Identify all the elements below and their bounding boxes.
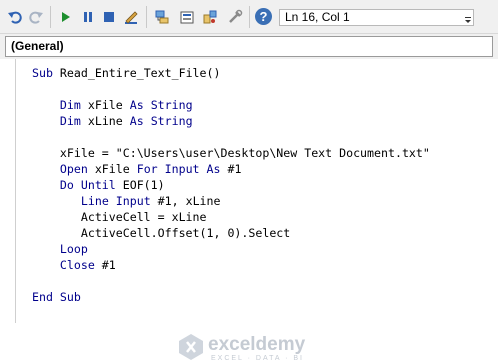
code-line[interactable]: ActiveCell = xLine xyxy=(32,209,430,225)
code-keyword: Close xyxy=(59,258,95,272)
code-line[interactable]: Do Until EOF(1) xyxy=(32,177,430,193)
project-explorer-icon[interactable] xyxy=(154,9,170,25)
break-icon[interactable] xyxy=(80,9,96,25)
code-line[interactable] xyxy=(32,273,430,289)
code-keyword: End Sub xyxy=(32,290,81,304)
code-token: xFile = "C:\Users\user\Desktop\New Text … xyxy=(32,146,430,160)
code-token: EOF(1) xyxy=(115,178,165,192)
code-line[interactable] xyxy=(32,129,430,145)
code-line[interactable]: ActiveCell.Offset(1, 0).Select xyxy=(32,225,430,241)
code-line[interactable]: Open xFile For Input As #1 xyxy=(32,161,430,177)
design-mode-icon[interactable] xyxy=(123,9,139,25)
code-line[interactable]: Sub Read_Entire_Text_File() xyxy=(32,65,430,81)
margin-indicator-bar xyxy=(15,59,16,323)
cursor-position-field: Ln 16, Col 1 xyxy=(279,9,474,26)
undo-icon[interactable] xyxy=(7,9,23,25)
reset-icon[interactable] xyxy=(101,9,117,25)
code-editor[interactable]: Sub Read_Entire_Text_File() Dim xFile As… xyxy=(0,59,498,362)
toolbar-separator xyxy=(50,6,51,28)
code-keyword: As String xyxy=(129,98,193,112)
redo-icon[interactable] xyxy=(28,9,44,25)
code-keyword: Line Input xyxy=(80,194,151,208)
object-combo-row: (General) xyxy=(0,34,498,59)
code-line[interactable]: Dim xLine As String xyxy=(32,113,430,129)
toolbox-icon[interactable] xyxy=(227,9,243,25)
code-token: Read_Entire_Text_File() xyxy=(52,66,221,80)
toolbar-options-dropdown[interactable] xyxy=(464,11,472,27)
help-icon[interactable]: ? xyxy=(255,8,272,25)
code-keyword: Dim xyxy=(59,98,81,112)
code-line[interactable]: Loop xyxy=(32,241,430,257)
code-line[interactable]: End Sub xyxy=(32,289,430,305)
watermark-logo-icon xyxy=(179,334,203,360)
code-keyword: Dim xyxy=(59,114,81,128)
code-keyword: Do Until xyxy=(59,178,116,192)
code-line[interactable] xyxy=(32,81,430,97)
code-token: ActiveCell.Offset(1, 0).Select xyxy=(32,226,291,240)
watermark-tagline: EXCEL · DATA · BI xyxy=(211,355,304,362)
object-combo[interactable]: (General) xyxy=(5,36,493,57)
code-keyword: For Input As xyxy=(136,162,221,176)
code-token: xFile xyxy=(80,98,130,112)
code-line[interactable]: Close #1 xyxy=(32,257,430,273)
code-token: xLine xyxy=(80,114,130,128)
code-keyword: Loop xyxy=(59,242,88,256)
code-keyword: Sub xyxy=(32,66,53,80)
code-token: #1 xyxy=(94,258,116,272)
watermark-brand: exceldemy xyxy=(208,334,306,355)
code-line[interactable]: Dim xFile As String xyxy=(32,97,430,113)
run-icon[interactable] xyxy=(58,9,74,25)
standard-toolbar: ? Ln 16, Col 1 xyxy=(0,0,498,34)
code-token: #1 xyxy=(220,162,242,176)
code-keyword: As String xyxy=(129,114,193,128)
toolbar-separator xyxy=(249,6,250,28)
properties-icon[interactable] xyxy=(179,9,195,25)
code-line[interactable]: Line Input #1, xLine xyxy=(32,193,430,209)
code-token: ActiveCell = xLine xyxy=(32,210,207,224)
code-token: xFile xyxy=(87,162,137,176)
code-keyword: Open xyxy=(59,162,88,176)
code-text[interactable]: Sub Read_Entire_Text_File() Dim xFile As… xyxy=(32,65,430,305)
code-token: #1, xLine xyxy=(150,194,221,208)
code-line[interactable]: xFile = "C:\Users\user\Desktop\New Text … xyxy=(32,145,430,161)
object-browser-icon[interactable] xyxy=(202,9,218,25)
toolbar-separator xyxy=(146,6,147,28)
